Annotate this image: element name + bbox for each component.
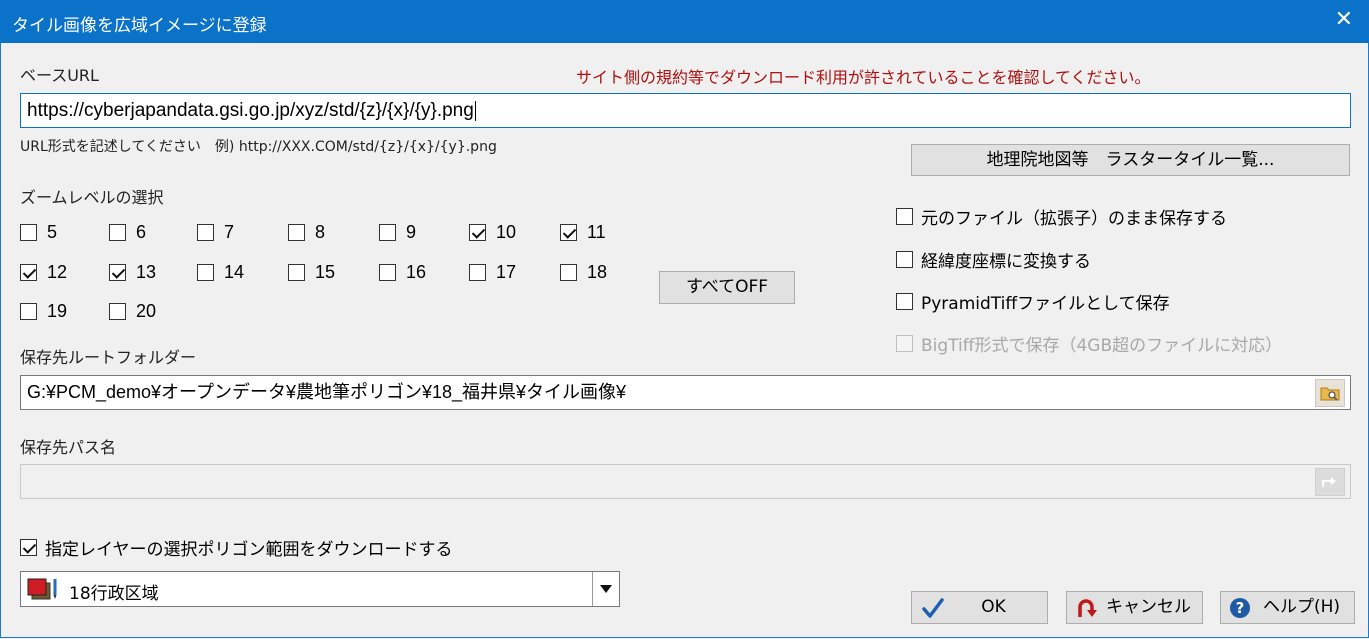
zoom-level-checkbox[interactable] (197, 264, 214, 281)
convert-latlon-checkbox[interactable] (896, 251, 913, 268)
base-url-label: ベースURL (20, 66, 99, 85)
zoom-level-checkbox[interactable] (20, 224, 37, 241)
zoom-level-label: 18 (587, 262, 608, 282)
save-path-input (20, 464, 1351, 499)
zoom-level-16[interactable]: 16 (379, 262, 426, 283)
zoom-level-checkbox[interactable] (469, 264, 486, 281)
undo-icon (1078, 599, 1097, 617)
pyramid-tiff-checkbox[interactable] (896, 293, 913, 310)
checkmark-icon (922, 598, 944, 618)
zoom-level-label: 9 (406, 222, 417, 242)
terms-warning: サイト側の規約等でダウンロード利用が許されていることを確認してください。 (576, 68, 1151, 87)
zoom-level-label: 5 (47, 222, 58, 242)
zoom-level-label: 6 (136, 222, 147, 242)
window-title: タイル画像を広域イメージに登録 (12, 16, 267, 36)
zoom-level-15[interactable]: 15 (288, 262, 335, 283)
save-path-label: 保存先パス名 (20, 438, 117, 457)
zoom-level-checkbox[interactable] (560, 224, 577, 241)
zoom-level-5[interactable]: 5 (20, 222, 57, 243)
zoom-level-label: 10 (496, 222, 517, 242)
zoom-level-12[interactable]: 12 (20, 262, 67, 283)
zoom-level-checkbox[interactable] (109, 264, 126, 281)
zoom-level-label: 11 (587, 222, 606, 242)
cancel-button[interactable]: キャンセル (1066, 591, 1203, 624)
close-icon[interactable]: ✕ (1335, 8, 1353, 32)
zoom-level-checkbox[interactable] (288, 264, 305, 281)
folder-search-icon (1320, 387, 1340, 401)
ok-button[interactable]: OK (911, 591, 1048, 624)
save-root-input[interactable]: G:¥PCM_demo¥オープンデータ¥農地筆ポリゴン¥18_福井県¥タイル画像… (20, 375, 1351, 410)
zoom-level-17[interactable]: 17 (469, 262, 516, 283)
base-url-input[interactable]: https://cyberjapandata.gsi.go.jp/xyz/std… (20, 93, 1351, 128)
polygon-download-checkbox[interactable] (20, 539, 37, 556)
polygon-download-option[interactable]: 指定レイヤーの選択ポリゴン範囲をダウンロードする (20, 535, 453, 560)
zoom-level-14[interactable]: 14 (197, 262, 244, 283)
layer-select[interactable]: 18行政区域 (20, 571, 620, 607)
text-cursor (474, 100, 476, 121)
polygon-download-label: 指定レイヤーの選択ポリゴン範囲をダウンロードする (45, 540, 453, 560)
convert-latlon-label: 経緯度座標に変換する (921, 252, 1091, 272)
zoom-level-18[interactable]: 18 (560, 262, 607, 283)
base-url-value: https://cyberjapandata.gsi.go.jp/xyz/std… (27, 100, 474, 121)
save-root-value: G:¥PCM_demo¥オープンデータ¥農地筆ポリゴン¥18_福井県¥タイル画像… (27, 382, 627, 402)
browse-folder-button[interactable] (1315, 379, 1345, 407)
zoom-level-20[interactable]: 20 (109, 301, 156, 322)
zoom-level-checkbox[interactable] (469, 224, 486, 241)
zoom-level-label: 19 (47, 301, 68, 321)
zoom-level-6[interactable]: 6 (109, 222, 146, 243)
title-bar: タイル画像を広域イメージに登録 ✕ (0, 0, 1369, 43)
zoom-level-label: 16 (406, 262, 427, 282)
ok-label: OK (981, 597, 1006, 617)
zoom-level-checkbox[interactable] (379, 264, 396, 281)
zoom-level-label: 8 (315, 222, 326, 242)
zoom-level-checkbox[interactable] (109, 224, 126, 241)
help-icon: ? (1230, 598, 1250, 618)
layer-select-value: 18行政区域 (69, 584, 159, 604)
arrow-icon (1322, 477, 1337, 487)
zoom-level-label: ズームレベルの選択 (20, 188, 164, 207)
zoom-level-checkbox[interactable] (379, 224, 396, 241)
zoom-level-label: 7 (224, 222, 235, 242)
zoom-level-label: 13 (136, 262, 157, 282)
pyramid-tiff-option[interactable]: PyramidTiffファイルとして保存 (896, 289, 1170, 314)
save-root-label: 保存先ルートフォルダー (20, 348, 197, 367)
zoom-level-19[interactable]: 19 (20, 301, 67, 322)
zoom-level-checkbox[interactable] (109, 303, 126, 320)
keep-original-option[interactable]: 元のファイル（拡張子）のまま保存する (896, 204, 1227, 229)
all-off-button[interactable]: すべてOFF (659, 271, 795, 304)
chevron-down-icon (600, 585, 612, 593)
zoom-level-label: 15 (315, 262, 336, 282)
pyramid-tiff-label: PyramidTiffファイルとして保存 (921, 294, 1170, 314)
cancel-label: キャンセル (1106, 597, 1191, 617)
help-label: ヘルプ(H) (1262, 597, 1341, 617)
zoom-level-8[interactable]: 8 (288, 222, 325, 243)
zoom-level-10[interactable]: 10 (469, 222, 516, 243)
path-browse-button (1315, 468, 1345, 496)
raster-tile-list-button[interactable]: 地理院地図等 ラスタータイル一覧... (911, 144, 1350, 176)
keep-original-checkbox[interactable] (896, 208, 913, 225)
zoom-level-checkbox[interactable] (560, 264, 577, 281)
keep-original-label: 元のファイル（拡張子）のまま保存する (921, 209, 1227, 229)
zoom-level-label: 12 (47, 262, 68, 282)
zoom-level-7[interactable]: 7 (197, 222, 234, 243)
zoom-level-label: 17 (496, 262, 517, 282)
url-format-hint: URL形式を記述してください 例) http://XXX.COM/std/{z}… (20, 139, 497, 155)
help-button[interactable]: ? ヘルプ(H) (1220, 591, 1355, 624)
zoom-level-13[interactable]: 13 (109, 262, 156, 283)
zoom-level-9[interactable]: 9 (379, 222, 416, 243)
zoom-level-checkbox[interactable] (20, 264, 37, 281)
bigtiff-label: BigTiff形式で保存（4GB超のファイルに対応） (921, 336, 1283, 356)
zoom-level-checkbox[interactable] (20, 303, 37, 320)
dropdown-toggle[interactable] (592, 572, 619, 606)
svg-text:?: ? (1236, 599, 1245, 617)
zoom-level-checkbox[interactable] (197, 224, 214, 241)
polygon-layer-icon (27, 578, 57, 600)
zoom-level-11[interactable]: 11 (560, 222, 606, 243)
bigtiff-option: BigTiff形式で保存（4GB超のファイルに対応） (896, 331, 1282, 356)
convert-latlon-option[interactable]: 経緯度座標に変換する (896, 247, 1091, 272)
zoom-level-label: 20 (136, 301, 157, 321)
bigtiff-checkbox (896, 335, 913, 352)
zoom-level-label: 14 (224, 262, 245, 282)
zoom-level-checkbox[interactable] (288, 224, 305, 241)
